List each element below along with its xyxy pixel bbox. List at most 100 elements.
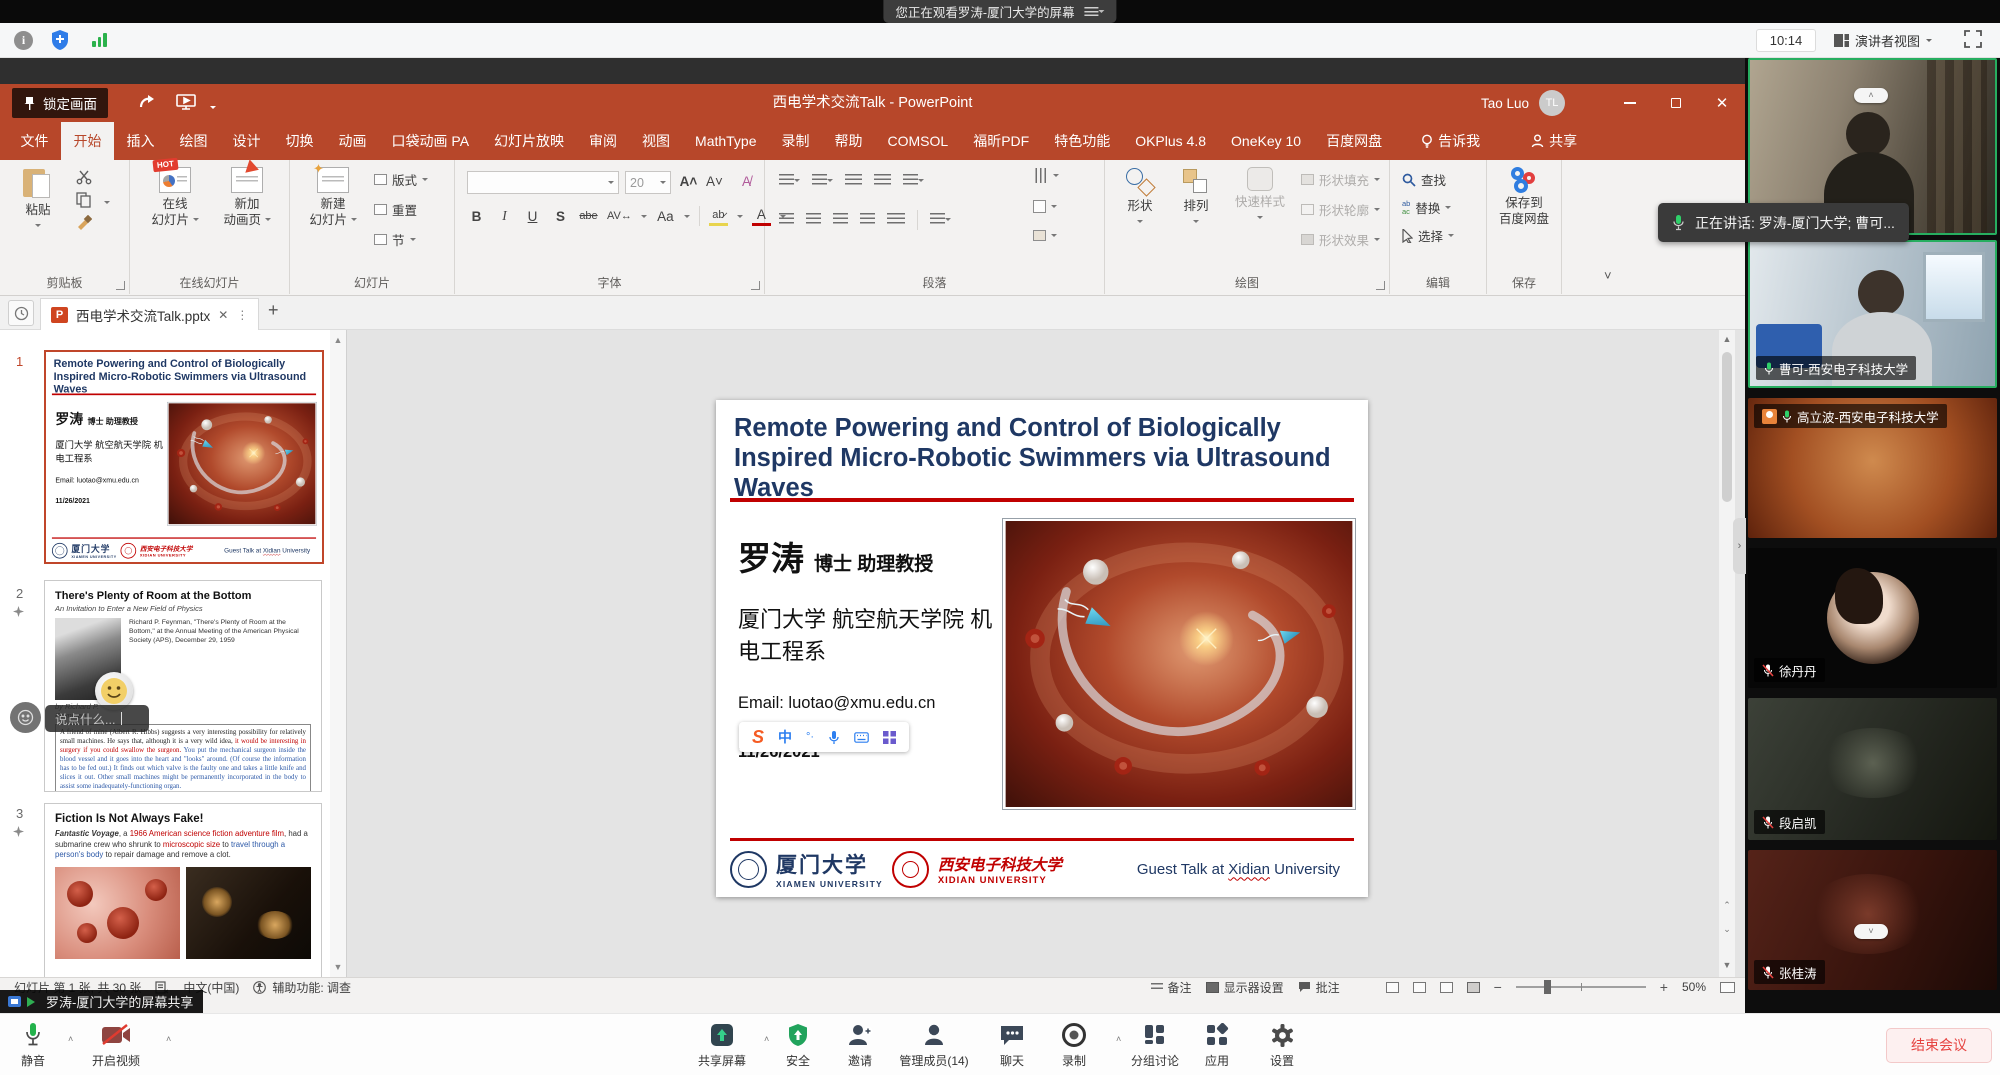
manage-members-button[interactable]: 管理成员(14) <box>888 1021 980 1069</box>
shape-effects-button[interactable]: 形状效果 <box>1301 230 1380 249</box>
font-name-combo[interactable] <box>467 171 619 194</box>
mute-button[interactable]: 静音 <box>0 1021 75 1069</box>
sogou-logo-icon[interactable]: S <box>752 727 764 748</box>
columns-button[interactable] <box>930 213 951 227</box>
online-slide-button[interactable]: HOT 在线 幻灯片 <box>144 167 206 228</box>
section-button[interactable]: 节 <box>374 230 416 249</box>
chinese-mode-icon[interactable]: 中 <box>778 727 792 747</box>
tab-special-features[interactable]: 特色功能 <box>1042 122 1123 160</box>
input-method-bar[interactable]: S 中 °· <box>739 722 909 752</box>
slide-thumbnail-3[interactable]: Fiction Is Not Always Fake! Fantastic Vo… <box>44 803 322 977</box>
avatar[interactable]: TL <box>1539 90 1565 116</box>
chat-input[interactable]: 说点什么... <box>45 705 149 732</box>
restore-button[interactable] <box>1653 84 1699 122</box>
history-icon[interactable] <box>8 300 34 326</box>
add-tab-icon[interactable]: + <box>268 300 279 321</box>
tab-help[interactable]: 帮助 <box>822 122 875 160</box>
redo-icon[interactable] <box>138 93 158 111</box>
slideshow-view-icon[interactable] <box>1467 982 1480 993</box>
shield-plus-icon[interactable] <box>50 29 70 51</box>
notes-button[interactable]: 备注 <box>1151 979 1192 996</box>
strikethrough-button[interactable]: abe <box>579 206 598 226</box>
zoom-slider[interactable] <box>1516 986 1646 988</box>
punctuation-icon[interactable]: °· <box>806 731 814 743</box>
shrink-font-button[interactable]: A˅ <box>705 171 724 191</box>
tab-onekey[interactable]: OneKey 10 <box>1219 122 1314 160</box>
tab-file[interactable]: 文件 <box>8 122 61 160</box>
comments-button[interactable]: 批注 <box>1298 979 1340 996</box>
align-left-button[interactable] <box>779 213 794 227</box>
tab-okplus[interactable]: OKPlus 4.8 <box>1123 122 1219 160</box>
close-button[interactable]: ✕ <box>1699 84 1745 122</box>
video-options-icon[interactable]: ˄ <box>166 1034 171 1044</box>
slide-sorter-icon[interactable] <box>1413 982 1426 993</box>
share-button[interactable]: 共享 <box>1519 122 1590 160</box>
main-slide[interactable]: Remote Powering and Control of Biologica… <box>716 400 1368 897</box>
justify-button[interactable] <box>860 213 875 227</box>
align-center-button[interactable] <box>806 213 821 227</box>
format-painter-button[interactable] <box>76 215 92 230</box>
zoom-out-icon[interactable]: − <box>1494 979 1502 995</box>
ime-toolbox-icon[interactable] <box>883 731 896 744</box>
distribute-button[interactable] <box>887 213 905 227</box>
replace-button[interactable]: abac 替换 <box>1402 198 1451 217</box>
animation-star-icon[interactable] <box>13 606 24 617</box>
slideshow-icon[interactable] <box>176 93 196 111</box>
collapse-ribbon-icon[interactable]: ˅ <box>1604 268 1612 283</box>
share-screen-button[interactable]: 共享屏幕 <box>680 1021 764 1069</box>
canvas-scrollbar[interactable]: ▲ ⌃ ⌄ ▼ <box>1719 330 1735 977</box>
zoom-in-icon[interactable]: + <box>1660 979 1668 995</box>
tab-transitions[interactable]: 切换 <box>273 122 326 160</box>
shadow-button[interactable]: S <box>551 206 570 226</box>
video-tile-gaolibo[interactable]: 高立波-西安电子科技大学 <box>1748 398 1997 538</box>
settings-button[interactable]: 设置 <box>1240 1021 1324 1069</box>
highlight-button[interactable]: ab̷ <box>709 206 728 226</box>
accessibility-icon[interactable] <box>253 981 266 994</box>
underline-button[interactable]: U <box>523 206 542 226</box>
layout-button[interactable]: 版式 <box>374 170 428 189</box>
fit-to-window-icon[interactable] <box>1720 982 1735 993</box>
tab-design[interactable]: 设计 <box>220 122 273 160</box>
view-mode-button[interactable]: 演讲者视图 <box>1834 29 1932 52</box>
thumbnail-scrollbar[interactable]: ▲ ▼ <box>330 330 346 977</box>
reset-button[interactable]: 重置 <box>374 200 417 219</box>
copy-button[interactable] <box>76 192 91 208</box>
tab-view[interactable]: 视图 <box>630 122 683 160</box>
record-button[interactable]: 录制 <box>1032 1021 1116 1069</box>
shape-fill-button[interactable]: 形状填充 <box>1301 170 1380 189</box>
account-area[interactable]: Tao Luo TL <box>1481 84 1565 122</box>
start-video-button[interactable]: 开启视频 <box>68 1021 164 1069</box>
banner-menu-icon[interactable] <box>1085 7 1105 16</box>
normal-view-icon[interactable] <box>1386 982 1399 993</box>
cut-button[interactable] <box>76 170 92 185</box>
network-signal-icon[interactable] <box>92 33 107 47</box>
reading-view-icon[interactable] <box>1440 982 1453 993</box>
tab-comsol[interactable]: COMSOL <box>875 122 961 160</box>
new-animation-page-button[interactable]: 新加 动画页 <box>216 167 278 228</box>
tab-home[interactable]: 开始 <box>61 122 114 160</box>
info-icon[interactable]: i <box>14 31 33 50</box>
accessibility-status[interactable]: 辅助功能: 调查 <box>272 979 351 996</box>
close-tab-icon[interactable]: ✕ <box>218 308 228 322</box>
document-tab[interactable]: P 西电学术交流Talk.pptx ✕ ⋮ <box>40 298 259 330</box>
numbering-button[interactable] <box>812 174 833 188</box>
font-size-combo[interactable]: 20 <box>625 171 671 194</box>
minimize-button[interactable] <box>1607 84 1653 122</box>
tab-baidu-disk[interactable]: 百度网盘 <box>1314 122 1395 160</box>
char-spacing-button[interactable]: AV↔ <box>607 206 632 226</box>
display-settings-button[interactable]: 显示器设置 <box>1206 979 1284 996</box>
font-dialog-launcher[interactable] <box>751 281 760 290</box>
tab-mathtype[interactable]: MathType <box>683 122 769 160</box>
paste-button[interactable]: 粘贴 <box>14 167 62 234</box>
tab-review[interactable]: 审阅 <box>577 122 630 160</box>
video-tile-xudandan[interactable]: 徐丹丹 <box>1748 548 1997 688</box>
tab-more-icon[interactable]: ⋮ <box>236 308 248 322</box>
tab-foxit-pdf[interactable]: 福昕PDF <box>961 122 1042 160</box>
ime-keyboard-icon[interactable] <box>854 732 869 743</box>
text-direction-button[interactable] <box>1033 170 1059 181</box>
tab-pocket-animation[interactable]: 口袋动画 PA <box>379 122 482 160</box>
decrease-indent-button[interactable] <box>845 174 862 188</box>
clear-format-button[interactable]: A̸ <box>737 171 756 191</box>
slide-thumbnail-2[interactable]: There's Plenty of Room at the Bottom An … <box>44 580 322 792</box>
new-slide-button[interactable]: ✦ 新建 幻灯片 <box>302 167 364 228</box>
